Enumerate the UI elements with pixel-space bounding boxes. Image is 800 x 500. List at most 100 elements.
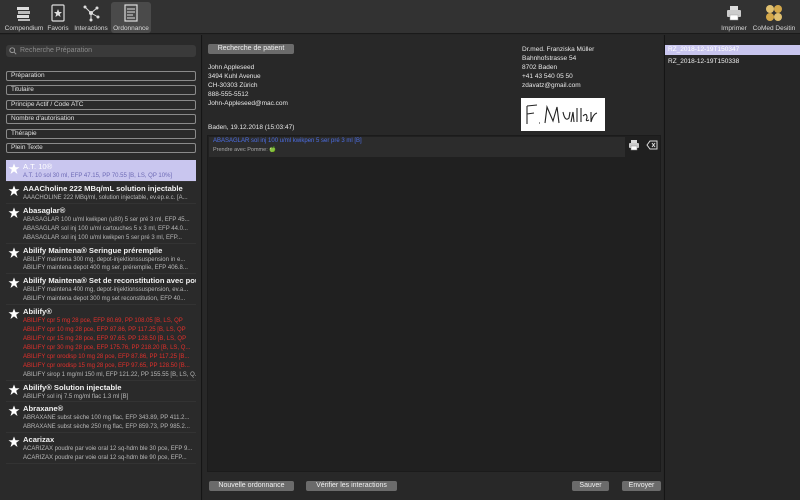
- package-line[interactable]: ABILIFY cpr 5 mg 28 pce, EFP 80.69, PP 1…: [23, 317, 196, 326]
- package-line[interactable]: ABASAGLAR sol inj 100 u/ml kwikpen 5 ser…: [23, 234, 196, 243]
- prescription-pane: Recherche de patient John Appleseed 3494…: [203, 35, 663, 500]
- product-item[interactable]: Acarizax ACARIZAX poudre par voie oral 12…: [6, 433, 196, 465]
- molecule-icon: [81, 3, 101, 23]
- favorite-star-icon[interactable]: [8, 276, 20, 289]
- product-item[interactable]: Abilify Maintena® Set de reconstitution …: [6, 274, 196, 306]
- product-name: Abasaglar®: [23, 205, 66, 215]
- package-line[interactable]: ABILIFY cpr 15 mg 28 pce, EFP 97.65, PP …: [23, 335, 196, 344]
- prescription-icon: [121, 3, 141, 23]
- package-line[interactable]: ABILIFY maintena depot 300 mg set recons…: [23, 295, 196, 304]
- favorite-star-icon[interactable]: [8, 404, 20, 417]
- package-line[interactable]: ABILIFY cpr 30 mg 28 pce, EFP 175.76, PP…: [23, 344, 196, 353]
- product-name: Abilify® Solution injectable: [23, 382, 122, 392]
- package-line[interactable]: ABASAGLAR 100 u/ml kwikpen (u80) 5 ser p…: [23, 216, 196, 225]
- product-name: Abilify®: [23, 307, 52, 317]
- saved-file-item[interactable]: RZ_2018-12-19T150338: [665, 57, 800, 67]
- product-name: Acarizax: [23, 435, 55, 445]
- patient-city: CH-30303 Zürich: [208, 82, 258, 89]
- filter-principe-actif[interactable]: Principe Actif / Code ATC: [6, 100, 196, 110]
- patient-phone: 888-555-5512: [208, 91, 249, 98]
- doctor-phone: +41 43 540 05 50: [522, 73, 573, 80]
- left-pane: Recherche Préparation Préparation Titula…: [0, 35, 202, 500]
- patient-info: John Appleseed 3494 Kuhl Avenue CH-30303…: [208, 63, 288, 108]
- package-line[interactable]: ABILIFY sirop 1 mg/ml 150 ml, EFP 121.22…: [23, 371, 196, 380]
- search-icon: [9, 47, 17, 55]
- favorite-star-icon[interactable]: [8, 307, 20, 320]
- doctor-name: Dr.med. Franziska Müller: [522, 46, 595, 53]
- books-icon: [14, 3, 34, 23]
- prescription-list[interactable]: ABASAGLAR sol inj 100 u/ml kwikpen 5 ser…: [207, 135, 661, 472]
- saved-prescriptions-pane: RZ_2018-12-19T150347 RZ_2018-12-19T15033…: [664, 35, 800, 500]
- printer-icon: [724, 3, 744, 23]
- print-label-icon[interactable]: [628, 139, 640, 151]
- filter-therapie[interactable]: Thérapie: [6, 129, 196, 139]
- product-list[interactable]: A.T. 10® A.T. 10 sol 30 ml, EFP 47.15, PP…: [6, 160, 196, 500]
- patient-name: John Appleseed: [208, 64, 255, 71]
- product-item[interactable]: Abilify Maintena® Seringue préremplie ABI…: [6, 244, 196, 275]
- package-line[interactable]: ABILIFY maintena 400 mg, depot-injektion…: [23, 286, 196, 295]
- doctor-email: zdavatz@gmail.com: [522, 82, 581, 89]
- favorite-star-icon[interactable]: [8, 246, 20, 258]
- product-item[interactable]: Abilify® ABILIFY cpr 5 mg 28 pce, EFP 80.…: [6, 305, 196, 381]
- comed-button[interactable]: CoMed Desitin: [751, 2, 797, 33]
- sauver-button[interactable]: Sauver: [572, 481, 609, 491]
- prescription-item-note[interactable]: Prendre avec Pomme: 🍏: [213, 147, 276, 153]
- patient-search-button[interactable]: Recherche de patient: [208, 44, 294, 54]
- prescription-date: Baden, 19.12.2018 (15:03:47): [208, 124, 295, 131]
- patient-email: John-Appleseed@mac.com: [208, 100, 288, 107]
- patient-street: 3494 Kuhl Avenue: [208, 73, 261, 80]
- package-line[interactable]: ABILIFY maintena 300 mg, depot-injektion…: [23, 256, 196, 265]
- prescription-item-title: ABASAGLAR sol inj 100 u/ml kwikpen 5 ser…: [213, 138, 362, 144]
- product-item[interactable]: Abilify® Solution injectable ABILIFY sol …: [6, 381, 196, 403]
- prescription-item[interactable]: ABASAGLAR sol inj 100 u/ml kwikpen 5 ser…: [209, 137, 625, 157]
- package-line[interactable]: ABILIFY cpr 10 mg 28 pce, EFP 87.86, PP …: [23, 326, 196, 335]
- filter-plein-texte[interactable]: Plein Texte: [6, 143, 196, 153]
- star-bookmark-icon: [48, 3, 68, 23]
- delete-item-icon[interactable]: [646, 139, 658, 151]
- doctor-info: Dr.med. Franziska Müller Bahnhofstrasse …: [522, 45, 594, 90]
- product-name: Abraxane®: [23, 404, 64, 414]
- package-line[interactable]: AAACHOLINE 222 MBq/ml, solution injectab…: [23, 194, 196, 203]
- product-name: A.T. 10®: [23, 162, 53, 171]
- product-item[interactable]: Abraxane® ABRAXANE subst sèche 100 mg fla…: [6, 402, 196, 434]
- package-line[interactable]: ABILIFY maintena depot 400 mg ser. prére…: [23, 264, 196, 273]
- envoyer-button[interactable]: Envoyer: [622, 481, 661, 491]
- filter-autorisation[interactable]: Nombre d'autorisation: [6, 114, 196, 124]
- search-input[interactable]: Recherche Préparation: [6, 45, 196, 57]
- product-item[interactable]: Abasaglar® ABASAGLAR 100 u/ml kwikpen (u8…: [6, 204, 196, 244]
- favorite-star-icon[interactable]: [8, 206, 20, 218]
- product-name: Abilify Maintena® Set de reconstitution …: [23, 276, 196, 286]
- product-item[interactable]: A.T. 10® A.T. 10 sol 30 ml, EFP 47.15, PP…: [6, 160, 196, 182]
- product-item[interactable]: AAACholine 222 MBq/mL solution injectabl…: [6, 182, 196, 204]
- package-line[interactable]: ABILIFY cpr orodisp 15 mg 28 pce, EFP 97…: [23, 362, 196, 371]
- toolbar: Compendium Favoris Interactions Ordonnan…: [0, 0, 800, 34]
- nouvelle-ordonnance-button[interactable]: Nouvelle ordonnance: [209, 481, 294, 491]
- package-line[interactable]: ACARIZAX poudre par voie oral 12 sq-hdm …: [23, 454, 196, 463]
- package-line[interactable]: A.T. 10 sol 30 ml, EFP 47.15, PP 70.55 […: [23, 172, 196, 181]
- favorite-star-icon[interactable]: [8, 435, 20, 448]
- product-name: AAACholine 222 MBq/mL solution injectabl…: [23, 183, 183, 193]
- comed-logo-icon: [764, 3, 784, 23]
- favorite-star-icon[interactable]: [8, 162, 20, 174]
- filter-preparation[interactable]: Préparation: [6, 71, 196, 81]
- package-line[interactable]: ABASAGLAR sol inj 100 u/ml cartouches 5 …: [23, 225, 196, 234]
- filter-titulaire[interactable]: Titulaire: [6, 85, 196, 95]
- verifier-interactions-button[interactable]: Vérifier les interactions: [306, 481, 397, 491]
- package-line[interactable]: ACARIZAX poudre par voie oral 12 sq-hdm …: [23, 445, 196, 454]
- favorite-star-icon[interactable]: [8, 383, 20, 395]
- saved-file-item[interactable]: RZ_2018-12-19T150347: [665, 45, 800, 55]
- package-line[interactable]: ABRAXANE subst sèche 100 mg flac, EFP 34…: [23, 414, 196, 423]
- doctor-city: 8702 Baden: [522, 64, 558, 71]
- package-line[interactable]: ABRAXANE subst sèche 250 mg flac, EFP 85…: [23, 423, 196, 432]
- product-name: Abilify Maintena® Seringue préremplie: [23, 245, 163, 255]
- imprimer-button[interactable]: Imprimer: [720, 2, 748, 33]
- interactions-button[interactable]: Interactions: [73, 2, 109, 33]
- compendium-button[interactable]: Compendium: [4, 2, 44, 33]
- favorite-star-icon[interactable]: [8, 184, 20, 196]
- favoris-button[interactable]: Favoris: [46, 2, 70, 33]
- doctor-signature: [521, 98, 605, 131]
- package-line[interactable]: ABILIFY cpr orodisp 10 mg 28 pce, EFP 87…: [23, 353, 196, 362]
- ordonnance-button[interactable]: Ordonnance: [111, 2, 151, 33]
- package-line[interactable]: ABILIFY sol inj 7.5 mg/ml flac 1.3 ml [B…: [23, 393, 196, 402]
- doctor-street: Bahnhofstrasse 54: [522, 55, 577, 62]
